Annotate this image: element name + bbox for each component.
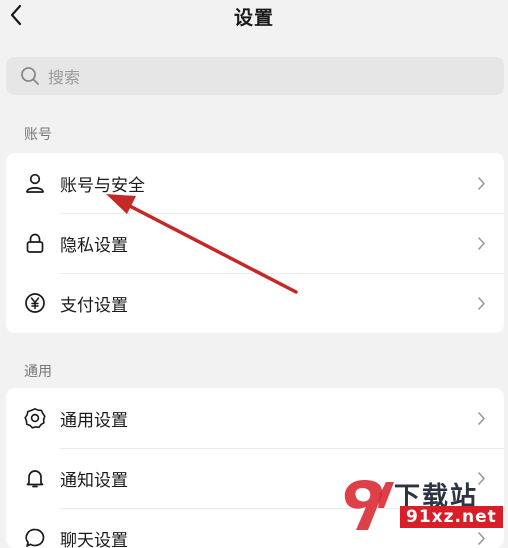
settings-item-label: 隐私设置 [60,231,477,256]
watermark-logo-icon [334,474,396,534]
section-label-account: 账号 [24,124,52,144]
header: 设置 [0,0,508,32]
settings-item-general[interactable]: 通用设置 [6,388,504,448]
watermark: 下载站 91xz.net [334,474,504,534]
chat-icon [24,527,46,548]
chevron-right-icon [477,236,486,251]
section-label-general: 通用 [24,361,52,381]
watermark-domain: 91xz.net [400,506,503,528]
settings-item-account-security[interactable]: 账号与安全 [6,153,504,213]
search-placeholder: 搜索 [48,64,80,88]
chevron-right-icon [477,176,486,191]
page-title: 设置 [0,3,508,30]
search-input[interactable]: 搜索 [6,57,504,95]
person-icon [24,172,46,194]
search-icon [20,66,40,86]
chevron-right-icon [477,411,486,426]
chevron-right-icon [477,296,486,311]
settings-item-payment[interactable]: 支付设置 [6,273,504,333]
bell-icon [24,467,46,489]
settings-item-label: 通用设置 [60,406,477,431]
settings-item-privacy[interactable]: 隐私设置 [6,213,504,273]
lock-icon [24,232,46,254]
settings-item-label: 支付设置 [60,291,477,316]
account-card: 账号与安全 隐私设置 支付设置 [6,153,504,333]
yen-icon [24,292,46,314]
settings-item-label: 账号与安全 [60,171,477,196]
gear-icon [24,407,46,429]
